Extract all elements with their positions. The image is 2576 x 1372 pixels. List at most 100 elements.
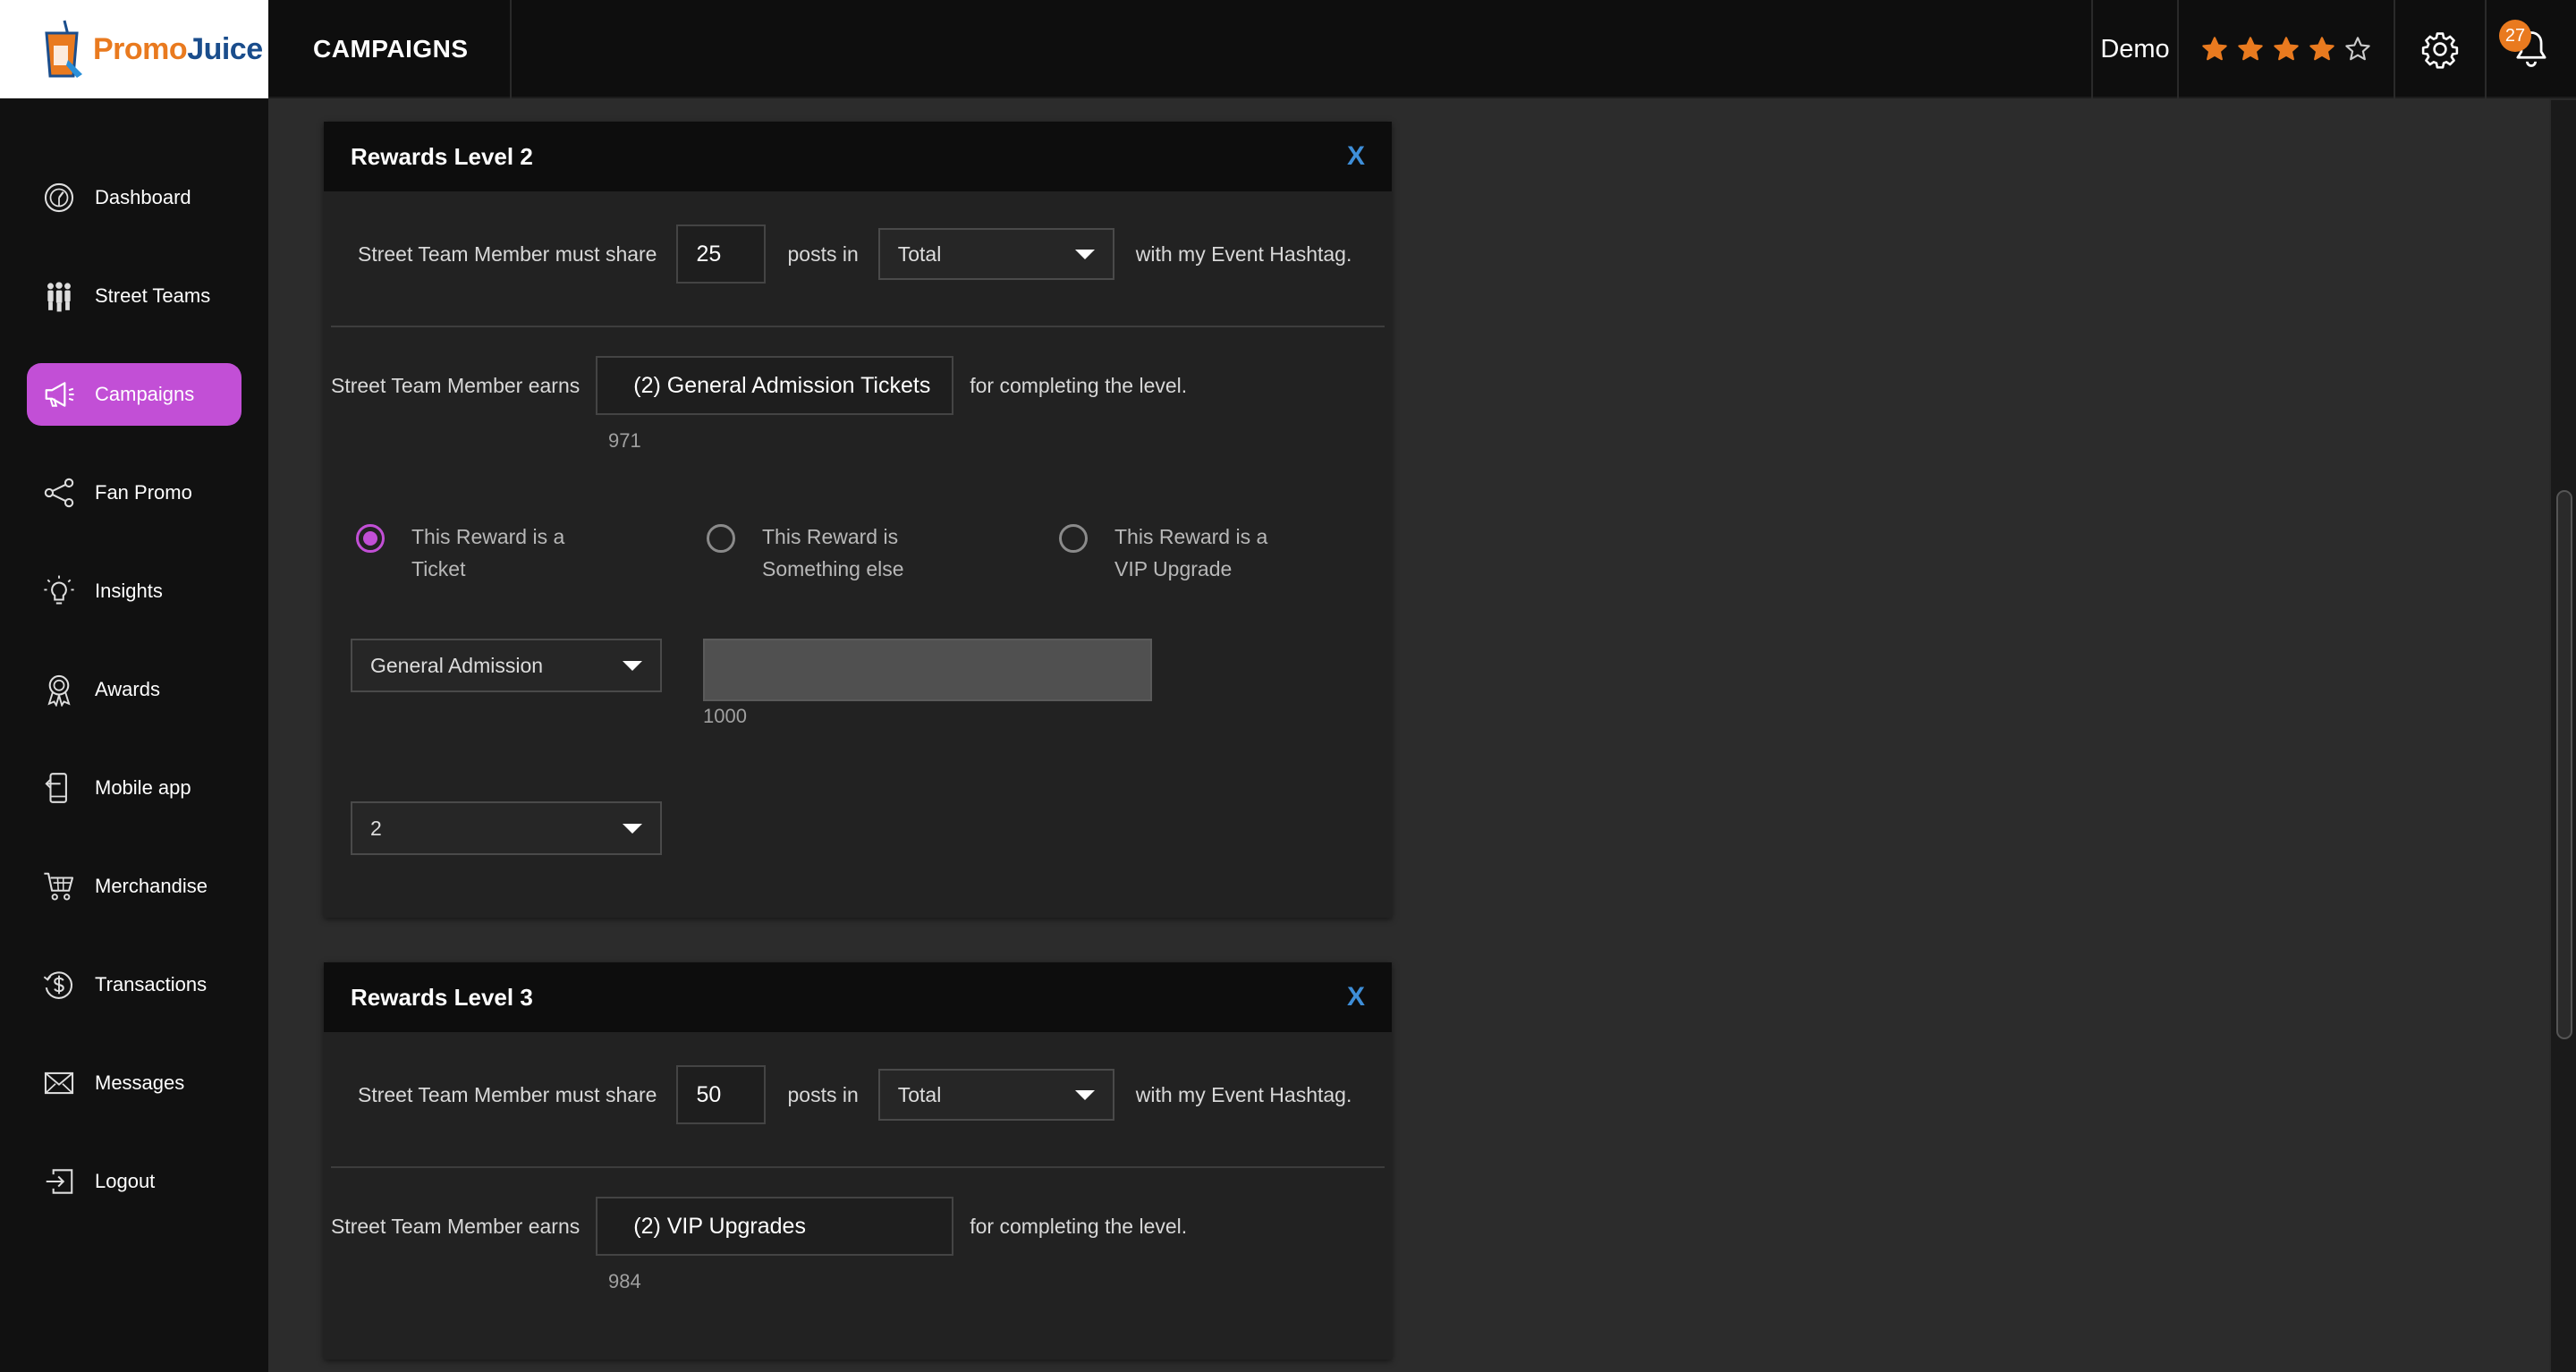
radio-label: This Reward is Something else — [762, 525, 904, 580]
people-icon — [41, 278, 77, 314]
star-empty-icon — [2345, 37, 2370, 61]
brand-logo[interactable]: PromoJuice — [0, 0, 268, 98]
radio-button[interactable] — [356, 524, 385, 553]
ticket-quantity-value: 2 — [370, 816, 382, 840]
user-name[interactable]: Demo — [2093, 0, 2177, 98]
mail-icon — [41, 1065, 77, 1101]
star-filled-icon — [2238, 37, 2263, 61]
share-prefix-label: Street Team Member must share — [358, 1082, 657, 1106]
sidebar-item-label: Dashboard — [95, 186, 191, 208]
close-level-button[interactable]: X — [1347, 982, 1365, 1012]
reward-name-input[interactable]: (2) General Admission Tickets — [596, 356, 954, 415]
sidebar-item-logout[interactable]: Logout — [27, 1150, 242, 1213]
radio-button[interactable] — [707, 524, 735, 553]
star-filled-icon — [2274, 37, 2299, 61]
sidebar-item-label: Fan Promo — [95, 481, 192, 504]
sidebar-item-label: Mobile app — [95, 776, 191, 799]
earns-row: Street Team Member earns (2) General Adm… — [331, 354, 1187, 417]
share-prefix-label: Street Team Member must share — [358, 241, 657, 266]
sidebar-item-label: Campaigns — [95, 383, 195, 405]
ticket-type-select[interactable]: General Admission — [351, 639, 662, 692]
reward-type-ticket-option[interactable]: This Reward is a Ticket — [356, 521, 590, 585]
share-icon — [41, 475, 77, 511]
share-suffix-label: with my Event Hashtag. — [1135, 1082, 1352, 1106]
settings-button[interactable] — [2395, 0, 2485, 98]
chevron-down-icon — [623, 660, 642, 671]
chevron-down-icon — [623, 823, 642, 834]
reward-type-something-else-option[interactable]: This Reward is Something else — [707, 521, 941, 585]
posts-in-label: posts in — [787, 241, 859, 266]
page-title: CAMPAIGNS — [313, 35, 469, 63]
sidebar-item-fan-promo[interactable]: Fan Promo — [27, 462, 242, 524]
lightbulb-icon — [41, 573, 77, 609]
notification-count-badge: 27 — [2499, 20, 2531, 52]
ticket-quantity-select[interactable]: 2 — [351, 801, 662, 855]
rewards-level-card: Rewards Level 2 X Street Team Member mus… — [324, 122, 1392, 918]
notifications-button[interactable]: 27 — [2487, 0, 2576, 98]
earns-prefix-label: Street Team Member earns — [331, 373, 580, 397]
sidebar-nav: Dashboard Street Teams Campaigns Fan Pro… — [0, 98, 268, 1372]
brand-name: PromoJuice — [93, 31, 263, 66]
earns-suffix-label: for completing the level. — [970, 1214, 1188, 1238]
sidebar-item-mobile-app[interactable]: Mobile app — [27, 757, 242, 819]
award-icon — [41, 672, 77, 707]
juice-glass-icon — [41, 19, 84, 80]
star-filled-icon — [2309, 37, 2334, 61]
close-level-button[interactable]: X — [1347, 141, 1365, 172]
sidebar-item-messages[interactable]: Messages — [27, 1052, 242, 1114]
earns-suffix-label: for completing the level. — [970, 373, 1188, 397]
card-header: Rewards Level 2 X — [324, 122, 1392, 191]
chevron-down-icon — [1074, 1089, 1095, 1100]
earns-row: Street Team Member earns (2) VIP Upgrade… — [331, 1195, 1187, 1258]
reward-name-input[interactable]: (2) VIP Upgrades — [596, 1197, 954, 1256]
rewards-level-card: Rewards Level 3 X Street Team Member mus… — [324, 962, 1392, 1359]
sidebar-item-label: Merchandise — [95, 875, 208, 897]
sidebar-item-label: Messages — [95, 1071, 185, 1094]
share-count-input[interactable]: 25 — [676, 224, 767, 284]
sidebar-item-merchandise[interactable]: Merchandise — [27, 855, 242, 918]
sidebar-item-dashboard[interactable]: Dashboard — [27, 166, 242, 229]
ticket-details-field[interactable] — [703, 639, 1152, 701]
gear-icon — [2421, 32, 2459, 69]
scrollbar-thumb[interactable] — [2556, 490, 2572, 1039]
reward-char-counter: 971 — [608, 429, 641, 452]
share-suffix-label: with my Event Hashtag. — [1135, 241, 1352, 266]
sidebar-item-street-teams[interactable]: Street Teams — [27, 265, 242, 327]
ticket-char-counter: 1000 — [703, 705, 747, 727]
reward-char-counter: 984 — [608, 1270, 641, 1292]
share-count-input[interactable]: 50 — [676, 1065, 767, 1124]
sidebar-item-campaigns[interactable]: Campaigns — [27, 363, 242, 426]
section-divider — [331, 326, 1385, 327]
sidebar-item-label: Insights — [95, 580, 163, 602]
share-requirement-row: Street Team Member must share 50 posts i… — [358, 1064, 1352, 1125]
cart-icon — [41, 868, 77, 904]
period-select-value: Total — [897, 1082, 942, 1106]
star-rating — [2179, 0, 2394, 98]
period-select[interactable]: Total — [877, 1069, 1114, 1121]
top-bar: PromoJuice CAMPAIGNS Demo 27 — [0, 0, 2576, 98]
card-header: Rewards Level 3 X — [324, 962, 1392, 1032]
period-select[interactable]: Total — [877, 228, 1114, 280]
sidebar-item-transactions[interactable]: Transactions — [27, 953, 242, 1016]
sidebar-item-label: Street Teams — [95, 284, 211, 307]
mobile-icon — [41, 770, 77, 806]
sidebar-item-awards[interactable]: Awards — [27, 658, 242, 721]
sidebar-item-label: Transactions — [95, 973, 208, 995]
page-title-area: CAMPAIGNS — [268, 0, 512, 98]
dashboard-icon — [41, 180, 77, 216]
card-title: Rewards Level 2 — [351, 142, 533, 170]
megaphone-icon — [41, 377, 77, 412]
radio-label: This Reward is a Ticket — [411, 525, 565, 580]
posts-in-label: posts in — [787, 1082, 859, 1106]
sidebar-item-label: Logout — [95, 1170, 156, 1192]
star-filled-icon — [2202, 37, 2227, 61]
card-title: Rewards Level 3 — [351, 983, 533, 1011]
radio-label: This Reward is a VIP Upgrade — [1114, 525, 1268, 580]
sidebar-item-label: Awards — [95, 678, 160, 700]
ticket-type-value: General Admission — [370, 653, 544, 677]
reward-type-vip-upgrade-option[interactable]: This Reward is a VIP Upgrade — [1059, 521, 1293, 585]
dollar-icon — [41, 967, 77, 1003]
sidebar-item-insights[interactable]: Insights — [27, 560, 242, 622]
radio-button[interactable] — [1059, 524, 1088, 553]
section-divider — [331, 1166, 1385, 1168]
